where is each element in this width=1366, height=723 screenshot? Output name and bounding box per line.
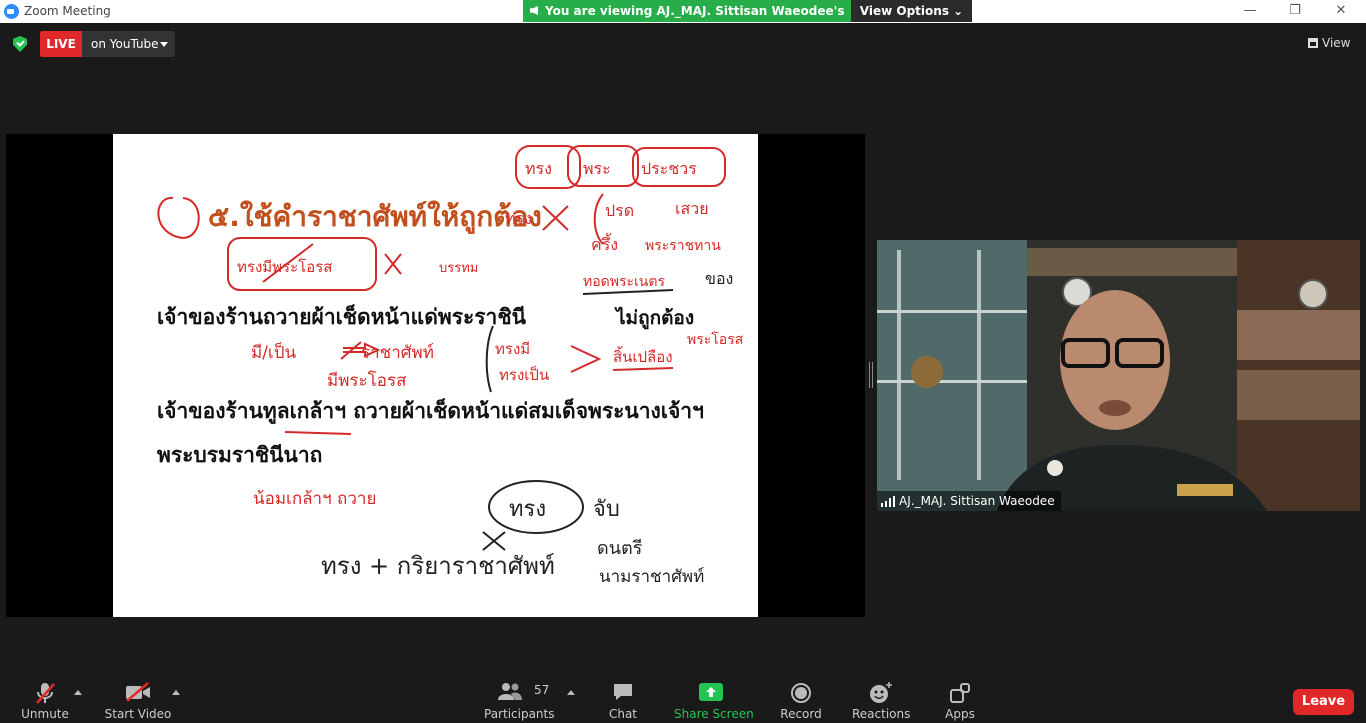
note-19: พระโอรส	[687, 331, 744, 348]
note-11: ทรงมีพระโอรส	[237, 258, 332, 276]
audio-options-chevron-icon[interactable]	[74, 690, 82, 695]
ink-bracket-2	[485, 325, 494, 393]
note-13: มี/เป็น	[251, 341, 297, 363]
participants-icon	[498, 683, 522, 700]
note-20: น้อมเกล้าฯ ถวาย	[253, 489, 376, 509]
reactions-icon	[870, 682, 892, 703]
shared-slide: ๕.ใช้คำราชาศัพท์ให้ถูกต้อง เจ้าของร้านถว…	[113, 134, 758, 617]
reactions-button[interactable]: Reactions	[852, 663, 910, 723]
note-8: พระราชทาน	[645, 238, 721, 254]
share-screen-button[interactable]: Share Screen	[674, 663, 754, 723]
slide-sentence-3: พระบรมราชินีนาถ	[157, 443, 322, 467]
record-label: Record	[780, 707, 822, 721]
speaker-name: AJ._MAJ. Sittisan Waeodee	[899, 494, 1055, 508]
record-icon	[791, 683, 811, 703]
start-video-button[interactable]: Start Video	[104, 663, 172, 723]
start-video-label: Start Video	[104, 707, 172, 721]
share-screen-icon	[699, 683, 723, 701]
video-frame	[877, 240, 1360, 511]
live-badge[interactable]: LIVE	[40, 31, 82, 57]
minimize-button[interactable]: —	[1227, 0, 1273, 23]
note-22: จับ	[593, 497, 620, 522]
view-layout-label: View	[1322, 36, 1351, 50]
note-1: ทรง	[525, 159, 552, 178]
window-title: Zoom Meeting	[24, 4, 111, 18]
stream-target-dropdown[interactable]: on YouTube	[82, 31, 175, 57]
slide-canvas: ๕.ใช้คำราชาศัพท์ให้ถูกต้อง เจ้าของร้านถว…	[157, 145, 744, 587]
view-layout-button[interactable]: View	[1303, 33, 1357, 53]
ink-underline-1	[582, 289, 674, 295]
speaker-nameplate: AJ._MAJ. Sittisan Waeodee	[877, 491, 1061, 511]
note-7: ครึ้ง	[591, 233, 618, 254]
chat-icon	[614, 684, 632, 700]
participants-button[interactable]: 57 Participants	[484, 663, 555, 723]
participants-label: Participants	[484, 707, 555, 721]
view-options-button[interactable]: View Options ⌄	[851, 0, 972, 22]
participants-count: 57	[534, 683, 550, 697]
meeting-topbar: LIVE on YouTube View	[0, 23, 1366, 65]
note-6: เสวย	[675, 199, 709, 218]
note-25: นามราชาศัพท์	[599, 567, 704, 587]
leave-button[interactable]: Leave	[1293, 689, 1354, 715]
reactions-label: Reactions	[852, 707, 911, 721]
apps-label: Apps	[945, 707, 975, 721]
chat-label: Chat	[608, 707, 638, 721]
note-5: ปรด	[605, 201, 634, 220]
note-9: ทอดพระเนตร	[583, 274, 665, 290]
ink-arrow-2	[570, 345, 602, 373]
note-3: ประชวร	[641, 159, 697, 178]
caret-down-icon	[160, 42, 168, 47]
note-17: ทรงเป็น	[499, 365, 549, 384]
note-16: ทรงมี	[495, 340, 530, 358]
apps-icon	[950, 683, 970, 703]
panel-resize-handle[interactable]	[869, 362, 873, 388]
apps-button[interactable]: Apps	[935, 663, 985, 723]
note-12: บรรทม	[439, 261, 478, 276]
muted-mic-icon	[36, 683, 55, 704]
video-options-chevron-icon[interactable]	[172, 690, 180, 695]
zoom-app-icon	[4, 4, 19, 19]
ink-underline-2	[612, 367, 674, 371]
participants-options-chevron-icon[interactable]	[567, 690, 575, 695]
shared-screen-area[interactable]: ๕.ใช้คำราชาศัพท์ให้ถูกต้อง เจ้าของร้านถว…	[6, 134, 865, 617]
unmute-button[interactable]: Unmute	[12, 663, 78, 723]
restore-button[interactable]: ❐	[1272, 0, 1318, 23]
note-14: ราชาศัพท์	[361, 343, 434, 363]
slide-sentence-2: เจ้าของร้านทูลเกล้าฯ ถวายผ้าเช็ดหน้าแด่ส…	[157, 397, 704, 425]
note-10: ของ	[705, 269, 733, 288]
note-24: ดนตรี	[597, 538, 643, 559]
unmute-label: Unmute	[21, 707, 69, 721]
note-15: มีพระโอรส	[327, 370, 407, 391]
chat-button[interactable]: Chat	[598, 663, 648, 723]
ink-circle-5	[157, 196, 200, 240]
note-21: ทรง	[509, 497, 546, 522]
viewing-screen-banner: You are viewing AJ._MAJ. Sittisan Waeode…	[523, 0, 851, 40]
signal-bars-icon	[881, 496, 895, 507]
speaker-video[interactable]: AJ._MAJ. Sittisan Waeodee	[877, 240, 1360, 511]
share-screen-label: Share Screen	[674, 707, 754, 721]
slide-verdict: ไม่ถูกต้อง	[614, 306, 694, 330]
slide-sentence-1: เจ้าของร้านถวายผ้าเช็ดหน้าแด่พระราชินี	[157, 303, 527, 329]
record-button[interactable]: Record	[776, 663, 826, 723]
slide-heading: ๕.ใช้คำราชาศัพท์ให้ถูกต้อง	[208, 200, 542, 234]
note-18: สิ้นเปลือง	[613, 346, 673, 366]
speaker-icon	[530, 6, 538, 15]
video-off-icon	[126, 682, 150, 702]
note-2: พระ	[583, 159, 611, 178]
security-shield-icon[interactable]	[13, 36, 27, 52]
ink-underline-3	[284, 431, 352, 435]
close-button[interactable]: ✕	[1318, 0, 1364, 23]
note-4: ทรง	[505, 209, 532, 228]
stream-target-label: on YouTube	[91, 37, 159, 51]
meeting-toolbar: Unmute Start Video 57 Participants Chat	[0, 663, 1366, 723]
view-grid-icon	[1308, 38, 1318, 48]
note-23: ทรง + กริยาราชาศัพท์	[321, 552, 555, 580]
ink-check	[340, 341, 362, 360]
